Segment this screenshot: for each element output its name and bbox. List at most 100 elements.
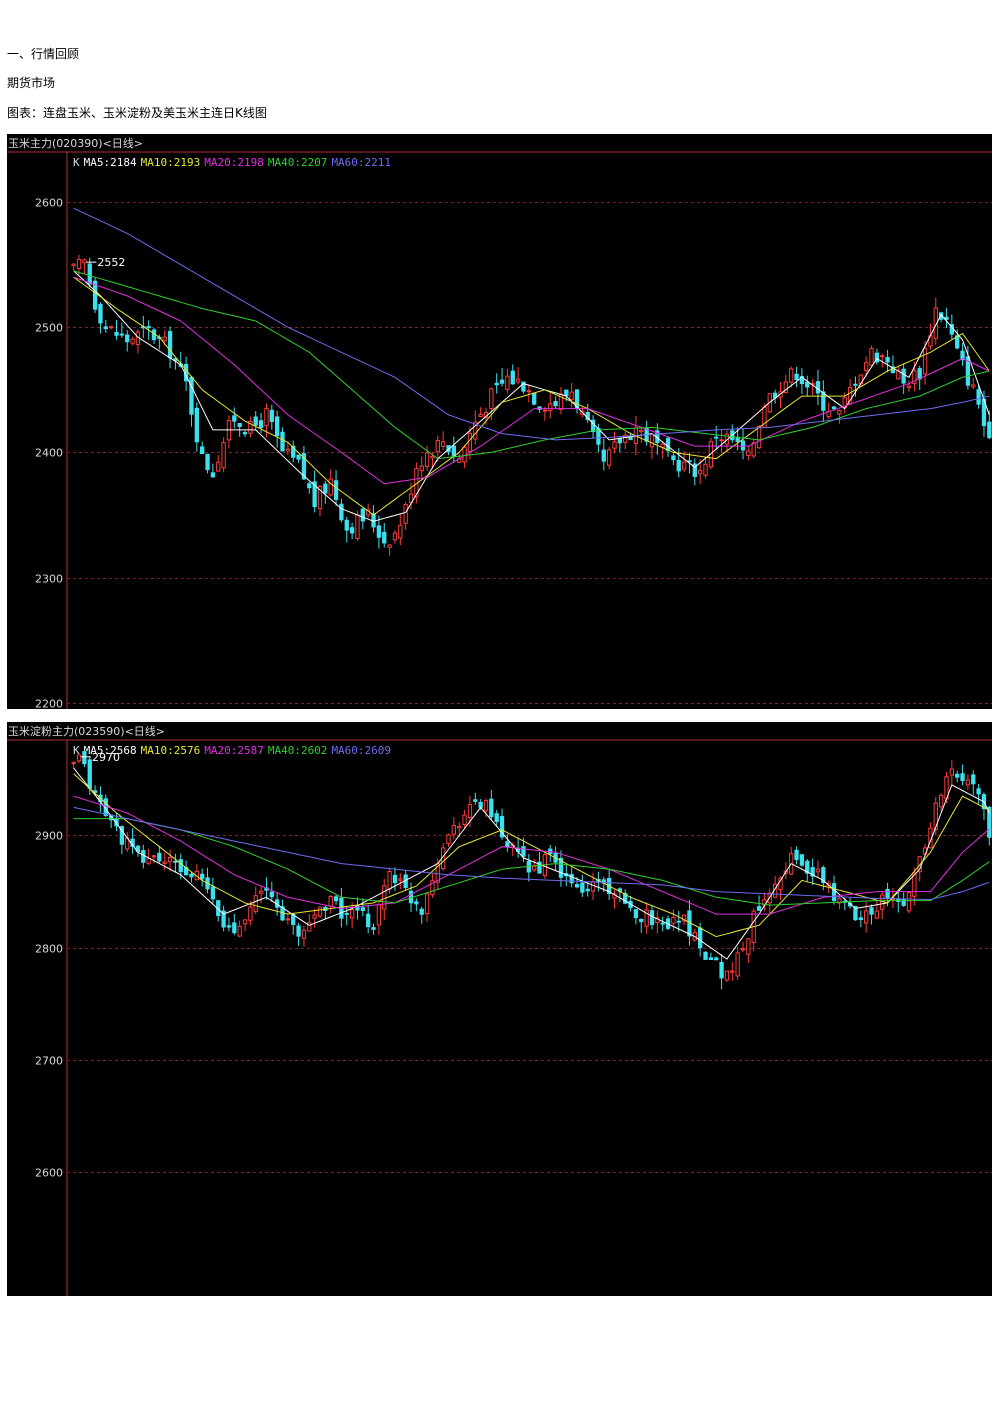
candle-body [451,445,457,457]
candle-body [349,908,355,919]
candle-body [285,448,291,452]
candle-body [596,428,601,445]
candle-body [419,465,424,472]
candle-body [360,508,365,522]
candle-body [971,774,976,785]
candle-body [606,449,612,466]
candle-body [296,925,301,937]
candle-body [987,421,992,439]
y-tick-label: 2600 [35,197,63,210]
candle-body [864,362,869,372]
candle-body [901,368,906,384]
candle-body [146,858,151,864]
candle-body [189,376,194,415]
candle-body [242,919,248,925]
candle-body [756,426,762,449]
candle-body [323,483,328,494]
candle-body [724,970,730,981]
candle-body [489,798,494,818]
candle-body [922,348,928,375]
candle-body [906,385,912,389]
candle-body [499,379,505,384]
candle-body [698,470,703,475]
candle-body [398,524,403,539]
candle-body [82,259,87,264]
candle-body [307,483,312,489]
candle-body [237,422,242,427]
candle-body [200,873,205,880]
candle-body [424,893,430,914]
ma5-line [73,767,990,960]
peak-label: 2552 [97,256,125,269]
candle-body [125,334,130,343]
candle-body [355,514,360,540]
candle-body [376,525,382,538]
candle-body [789,368,794,383]
candle-body [639,429,644,433]
candle-body [344,912,349,915]
candle-body [269,891,274,898]
legend-item: K [73,156,80,169]
candle-body [478,413,483,417]
candle-body [221,441,226,469]
legend-item: MA40:2602 [268,744,328,757]
candle-body [714,436,719,439]
candle-body [382,531,387,544]
candle-body [366,913,371,928]
candle-body [269,409,274,422]
legend-item: MA40:2207 [268,156,328,169]
candle-body [505,375,510,390]
candle-body [965,779,971,786]
candle-body [403,504,408,524]
candle-body [671,916,676,924]
candle-body [542,409,548,412]
y-tick-label: 2500 [35,322,63,335]
candle-body [200,446,205,455]
ma60-line [73,806,990,901]
candle-body [328,896,333,907]
candle-body [971,384,976,388]
candle-body [510,370,515,385]
candle-body [676,920,681,923]
y-tick-label: 2800 [35,943,63,956]
candle-body [258,420,264,428]
candle-body [130,338,135,344]
candle-body [746,938,751,955]
candle-body [799,854,805,866]
candle-body [226,925,232,928]
candle-body [253,416,258,426]
candle-body [360,907,365,912]
candle-body [740,948,746,951]
candle-body [794,373,799,381]
corn-kline-svg: 玉米主力(020390)<日线> 2600 2500 2400 2300 2200 K MA… [7,136,992,710]
candle-body [392,874,398,884]
candle-body [446,834,451,844]
candle-body [880,355,885,358]
candle-body [232,415,237,422]
candle-body [98,303,103,324]
y-tick-label: 2200 [35,698,63,710]
candle-body [869,348,874,366]
candle-body [232,922,237,934]
candle-body [660,922,665,925]
candle-body [987,806,992,838]
candle-body [906,892,912,912]
candle-body [146,326,151,329]
candle-body [414,901,419,905]
candle-body [103,326,108,330]
candle-body [601,449,606,462]
candle-body [205,453,210,471]
cornstarch-kline-chart: 玉米淀粉主力(023590)<日线> 2900 2800 2700 2600 K MA5:… [7,722,992,1296]
candle-body [553,401,558,407]
candle-body [746,450,751,456]
legend-item: MA5:2184 [84,156,137,169]
candle-body [794,849,799,860]
candle-body [885,357,890,363]
candle-body [633,909,639,919]
legend-item: MA10:2576 [141,744,201,757]
candle-body [210,886,216,900]
candle-body [703,951,708,960]
candle-body [189,873,194,878]
candle-body [248,906,253,921]
candle-body [398,878,403,881]
